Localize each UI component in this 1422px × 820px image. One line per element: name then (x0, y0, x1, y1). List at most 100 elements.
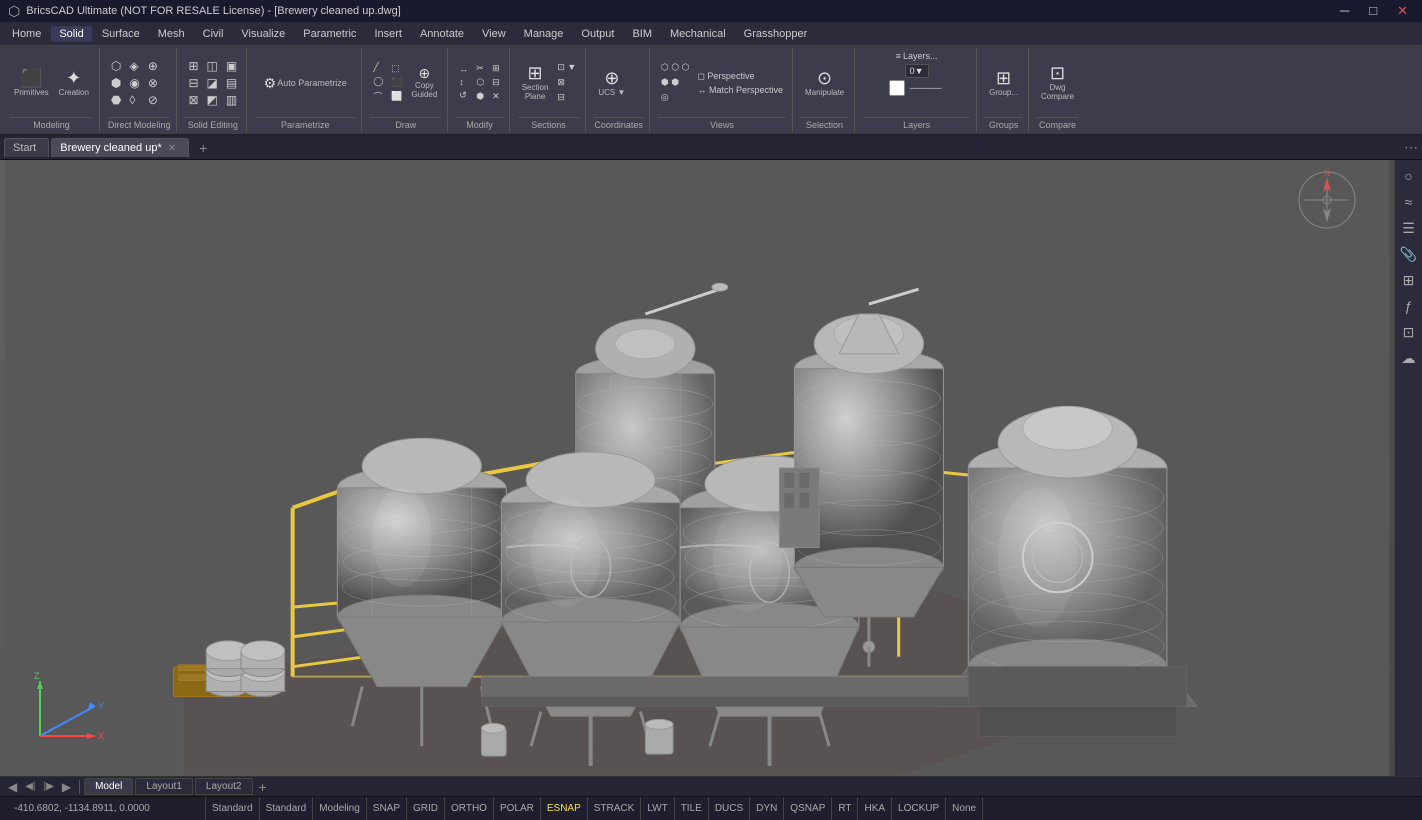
tab-brewery[interactable]: Brewery cleaned up* ✕ (51, 138, 189, 157)
minimize-button[interactable]: ─ (1334, 3, 1355, 19)
draw-btn4[interactable]: ⬚ (388, 62, 405, 75)
status-dyn[interactable]: DYN (750, 797, 784, 820)
rt-btn-grid[interactable]: ⊞ (1397, 268, 1421, 292)
draw-btn5[interactable]: ⬛ (388, 76, 405, 89)
status-qsnap[interactable]: QSNAP (784, 797, 832, 820)
menu-solid[interactable]: Solid (51, 26, 91, 42)
group-button[interactable]: ⊞ Group... (985, 67, 1022, 99)
modify-btn6[interactable]: ⬢ (473, 90, 487, 103)
menu-mechanical[interactable]: Mechanical (662, 26, 734, 42)
primitives-button[interactable]: ⬛ Primitives (10, 67, 53, 99)
dwg-compare-button[interactable]: ⊡ DwgCompare (1037, 62, 1078, 103)
menu-parametric[interactable]: Parametric (295, 26, 364, 42)
views-btn3[interactable]: ◎ (658, 91, 693, 104)
scene-area[interactable]: N Y Z X ○ ≈ ☰ 📎 ⊞ ƒ ⊡ ☁ (0, 160, 1422, 776)
layout-prev-button[interactable]: ◀ (4, 780, 21, 794)
status-standard2[interactable]: Standard (260, 797, 314, 820)
sections-btn1[interactable]: ⊡ ▼ (554, 61, 579, 74)
modify-btn1[interactable]: ↔ (456, 63, 471, 75)
menu-grasshopper[interactable]: Grasshopper (736, 26, 816, 42)
rt-btn-attach[interactable]: 📎 (1397, 242, 1421, 266)
layout-next-button[interactable]: ▶ (58, 780, 75, 794)
status-polar[interactable]: POLAR (494, 797, 541, 820)
modify-btn2[interactable]: ↕ (456, 76, 471, 88)
se-btn9[interactable]: ▥ (223, 92, 240, 108)
menu-visualize[interactable]: Visualize (233, 26, 293, 42)
dm-btn2[interactable]: ⬢ (108, 75, 124, 91)
se-btn3[interactable]: ⊠ (185, 92, 201, 108)
se-btn7[interactable]: ▣ (223, 58, 240, 74)
menu-view[interactable]: View (474, 26, 514, 42)
dm-btn1[interactable]: ⬡ (108, 58, 124, 74)
modify-btn3[interactable]: ↺ (456, 89, 471, 102)
layout-tab-model[interactable]: Model (84, 778, 133, 795)
se-btn6[interactable]: ◩ (204, 92, 221, 108)
status-ducs[interactable]: DUCS (709, 797, 750, 820)
rt-btn-cursor[interactable]: ○ (1397, 164, 1421, 188)
status-none[interactable]: None (946, 797, 983, 820)
sections-btn2[interactable]: ⊠ (554, 76, 579, 89)
creation-button[interactable]: ✦ Creation (55, 67, 93, 99)
rt-btn-cloud[interactable]: ☁ (1397, 346, 1421, 370)
status-snap[interactable]: SNAP (367, 797, 407, 820)
dm-btn9[interactable]: ⊘ (145, 92, 161, 108)
menu-mesh[interactable]: Mesh (150, 26, 193, 42)
modify-btn4[interactable]: ✂ (473, 62, 487, 75)
modify-btn7[interactable]: ⊞ (489, 62, 503, 75)
layout-last-button[interactable]: |▶ (40, 781, 58, 792)
rt-btn-layers[interactable]: ☰ (1397, 216, 1421, 240)
modify-btn5[interactable]: ⬡ (473, 76, 487, 89)
ucs-button[interactable]: ⊕ UCS ▼ (594, 67, 629, 99)
section-plane-button[interactable]: ⊞ SectionPlane (518, 62, 553, 103)
menu-surface[interactable]: Surface (94, 26, 148, 42)
draw-btn2[interactable]: ◯ (370, 75, 386, 88)
views-btn2[interactable]: ⬢ ⬢ (658, 76, 693, 89)
close-button[interactable]: ✕ (1391, 3, 1414, 19)
dm-btn5[interactable]: ◉ (126, 75, 142, 91)
tab-add-button[interactable]: + (191, 137, 215, 159)
match-perspective-button[interactable]: ↔ Match Perspective (694, 84, 786, 96)
tab-brewery-close[interactable]: ✕ (168, 143, 176, 154)
menu-insert[interactable]: Insert (366, 26, 410, 42)
rt-btn-compare[interactable]: ⊡ (1397, 320, 1421, 344)
status-ortho[interactable]: ORTHO (445, 797, 494, 820)
rt-btn-function[interactable]: ƒ (1397, 294, 1421, 318)
menu-output[interactable]: Output (573, 26, 622, 42)
menu-home[interactable]: Home (4, 26, 49, 42)
se-btn4[interactable]: ◫ (204, 58, 221, 74)
auto-parametrize-button[interactable]: ⚙ Auto Parametrize (255, 74, 355, 92)
draw-btn6[interactable]: ⬜ (388, 90, 405, 103)
se-btn2[interactable]: ⊟ (185, 75, 201, 91)
sections-btn3[interactable]: ⊟ (554, 91, 579, 104)
dm-btn8[interactable]: ⊗ (145, 75, 161, 91)
layer-linetype-btn[interactable]: ───── (907, 80, 945, 96)
rt-btn-zoom[interactable]: ≈ (1397, 190, 1421, 214)
se-btn5[interactable]: ◪ (204, 75, 221, 91)
se-btn8[interactable]: ▤ (223, 75, 240, 91)
modify-btn8[interactable]: ⊟ (489, 76, 503, 89)
layers-button[interactable]: ≡ Layers... (893, 50, 941, 62)
layout-tab-layout1[interactable]: Layout1 (135, 778, 193, 795)
status-lockup[interactable]: LOCKUP (892, 797, 946, 820)
tabs-overflow-button[interactable]: ⋯ (1404, 139, 1418, 156)
menu-civil[interactable]: Civil (195, 26, 232, 42)
status-modeling[interactable]: Modeling (313, 797, 367, 820)
dm-btn7[interactable]: ⊕ (145, 58, 161, 74)
status-esnap[interactable]: ESNAP (541, 797, 588, 820)
layer-color-btn[interactable] (889, 80, 905, 96)
menu-bim[interactable]: BIM (624, 26, 660, 42)
views-btn1[interactable]: ⬡ ⬡ ⬡ (658, 61, 693, 74)
status-standard1[interactable]: Standard (206, 797, 260, 820)
layout-tab-add-button[interactable]: + (255, 779, 271, 795)
menu-manage[interactable]: Manage (516, 26, 572, 42)
status-grid[interactable]: GRID (407, 797, 445, 820)
layout-tab-layout2[interactable]: Layout2 (195, 778, 253, 795)
se-btn1[interactable]: ⊞ (185, 58, 201, 74)
dm-btn4[interactable]: ◈ (126, 58, 142, 74)
manipulate-button[interactable]: ⊙ Manipulate (801, 67, 848, 99)
tab-start[interactable]: Start (4, 138, 49, 157)
layers-dropdown[interactable]: 0 ▼ (905, 64, 929, 78)
status-rt[interactable]: RT (832, 797, 858, 820)
maximize-button[interactable]: □ (1363, 3, 1383, 19)
menu-annotate[interactable]: Annotate (412, 26, 472, 42)
